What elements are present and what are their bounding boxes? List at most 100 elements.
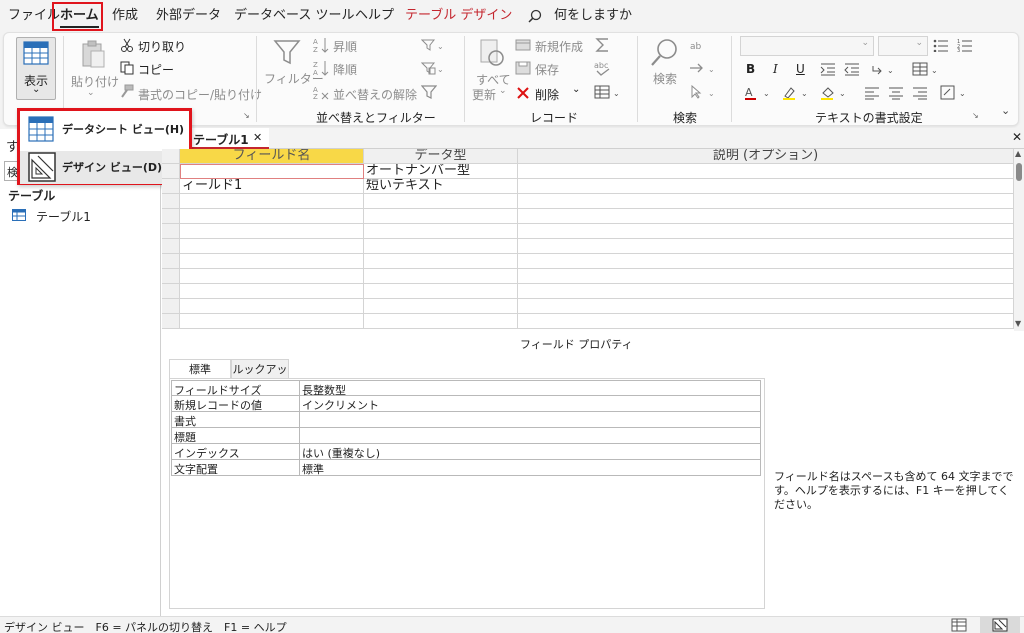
empty-grid-cell[interactable] bbox=[518, 284, 1014, 299]
field-name-cell[interactable]: ィールド1 bbox=[180, 179, 364, 194]
filter-icon[interactable] bbox=[273, 38, 301, 66]
empty-grid-cell[interactable] bbox=[364, 224, 518, 239]
row-selector[interactable] bbox=[162, 164, 180, 179]
row-selector[interactable] bbox=[162, 254, 180, 269]
empty-grid-cell[interactable] bbox=[518, 194, 1014, 209]
gridlines-icon[interactable]: ⌄ bbox=[912, 62, 940, 76]
tab-lookup[interactable]: ルックアップ bbox=[231, 359, 289, 395]
scroll-down-icon[interactable]: ▼ bbox=[1015, 319, 1021, 328]
empty-grid-cell[interactable] bbox=[518, 269, 1014, 284]
sort-descending-icon[interactable]: ZA bbox=[313, 60, 329, 76]
row-selector[interactable] bbox=[162, 269, 180, 284]
cut-icon[interactable] bbox=[120, 38, 134, 52]
delete-chevron-icon[interactable]: ⌄ bbox=[572, 84, 580, 95]
property-row[interactable]: 文字配置 標準 bbox=[171, 460, 761, 476]
find-icon[interactable] bbox=[650, 38, 680, 68]
row-selector[interactable] bbox=[162, 239, 180, 254]
property-value[interactable]: はい (重複なし) bbox=[302, 445, 380, 461]
view-button[interactable]: 表示 ⌄ bbox=[16, 37, 56, 100]
tab-table-design[interactable]: テーブル デザイン bbox=[405, 0, 512, 32]
cut-label[interactable]: 切り取り bbox=[138, 38, 186, 55]
row-selector[interactable] bbox=[162, 179, 180, 194]
scroll-up-icon[interactable]: ▲ bbox=[1015, 149, 1021, 158]
save-record-label[interactable]: 保存 bbox=[535, 61, 559, 78]
empty-grid-cell[interactable] bbox=[364, 284, 518, 299]
totals-icon[interactable] bbox=[595, 37, 611, 53]
property-value[interactable]: 標準 bbox=[302, 461, 324, 477]
fill-color-icon[interactable]: ⌄ bbox=[820, 85, 850, 101]
empty-grid-cell[interactable] bbox=[364, 239, 518, 254]
empty-grid-cell[interactable] bbox=[180, 239, 364, 254]
empty-grid-cell[interactable] bbox=[364, 209, 518, 224]
description-cell[interactable] bbox=[518, 164, 1014, 179]
text-format-launcher-icon[interactable]: ↘ bbox=[972, 111, 981, 120]
sort-descending-label[interactable]: 降順 bbox=[333, 61, 357, 78]
tab-create[interactable]: 作成 bbox=[112, 0, 138, 32]
format-painter-label[interactable]: 書式のコピー/貼り付け bbox=[138, 86, 262, 103]
row-selector[interactable] bbox=[162, 194, 180, 209]
select-icon[interactable]: ⌄ bbox=[689, 85, 719, 99]
row-selector[interactable] bbox=[162, 299, 180, 314]
refresh-all-label-2[interactable]: 更新 bbox=[472, 86, 496, 103]
copy-icon[interactable] bbox=[120, 61, 134, 75]
sort-ascending-icon[interactable]: AZ bbox=[313, 37, 329, 53]
empty-grid-cell[interactable] bbox=[518, 239, 1014, 254]
clipboard-launcher-icon[interactable]: ↘ bbox=[243, 111, 252, 120]
description-cell[interactable] bbox=[518, 179, 1014, 194]
remove-sort-label[interactable]: 並べ替えの解除 bbox=[333, 86, 417, 103]
row-selector[interactable] bbox=[162, 284, 180, 299]
collapse-ribbon-icon[interactable]: ⌄ bbox=[1001, 104, 1010, 117]
data-type-cell[interactable]: 短いテキスト bbox=[364, 179, 518, 194]
empty-grid-cell[interactable] bbox=[518, 299, 1014, 314]
empty-grid-cell[interactable] bbox=[364, 254, 518, 269]
empty-grid-cell[interactable] bbox=[518, 314, 1014, 329]
highlight-color-icon[interactable]: ⌄ bbox=[782, 85, 812, 101]
increase-indent-icon[interactable] bbox=[820, 62, 836, 76]
close-icon[interactable]: ✕ bbox=[253, 131, 262, 144]
toggle-filter-icon[interactable] bbox=[421, 84, 437, 100]
row-selector[interactable] bbox=[162, 314, 180, 329]
delete-icon[interactable] bbox=[516, 86, 530, 100]
goto-icon[interactable]: ⌄ bbox=[689, 61, 719, 75]
empty-grid-cell[interactable] bbox=[180, 254, 364, 269]
property-row[interactable]: 新規レコードの値 インクリメント bbox=[171, 396, 761, 412]
scrollbar-thumb[interactable] bbox=[1016, 163, 1022, 181]
remove-sort-icon[interactable]: AZ bbox=[313, 84, 329, 100]
document-tab[interactable]: テーブル1 ✕ bbox=[191, 128, 269, 149]
selection-filter-icon[interactable]: ⌄ bbox=[421, 38, 445, 52]
empty-grid-cell[interactable] bbox=[518, 254, 1014, 269]
row-selector[interactable] bbox=[162, 209, 180, 224]
font-color-icon[interactable]: A ⌄ bbox=[744, 85, 774, 101]
column-header-description[interactable]: 説明 (オプション) bbox=[518, 149, 1014, 164]
copy-label[interactable]: コピー bbox=[138, 61, 174, 78]
empty-grid-cell[interactable] bbox=[364, 314, 518, 329]
tab-external-data[interactable]: 外部データ bbox=[156, 0, 221, 32]
grid-vertical-scrollbar[interactable]: ▲ ▼ bbox=[1014, 149, 1024, 331]
font-name-dropdown[interactable]: ⌄ bbox=[740, 36, 874, 56]
more-records-icon[interactable]: ⌄ bbox=[594, 85, 622, 99]
empty-grid-cell[interactable] bbox=[364, 269, 518, 284]
tab-database-tools[interactable]: データベース ツール bbox=[234, 0, 354, 32]
delete-label[interactable]: 削除 bbox=[535, 86, 559, 103]
search-icon[interactable] bbox=[528, 9, 542, 23]
format-painter-icon[interactable] bbox=[120, 84, 134, 98]
decrease-indent-icon[interactable] bbox=[844, 62, 860, 76]
new-record-label[interactable]: 新規作成 bbox=[535, 38, 583, 55]
new-record-icon[interactable] bbox=[515, 38, 531, 52]
menu-item-datasheet-view[interactable]: データシート ビュー(H) bbox=[20, 113, 189, 146]
refresh-all-icon[interactable] bbox=[478, 38, 506, 68]
property-row[interactable]: 標題 bbox=[171, 428, 761, 444]
empty-grid-cell[interactable] bbox=[364, 299, 518, 314]
design-view-status-button[interactable] bbox=[980, 617, 1020, 633]
nav-section-tables[interactable]: テーブル bbox=[8, 187, 55, 204]
advanced-filter-icon[interactable]: ⌄ bbox=[421, 61, 445, 75]
tab-help[interactable]: ヘルプ bbox=[355, 0, 394, 32]
property-value[interactable]: インクリメント bbox=[302, 397, 379, 413]
empty-grid-cell[interactable] bbox=[518, 209, 1014, 224]
paste-label[interactable]: 貼り付け bbox=[71, 73, 119, 90]
align-left-icon[interactable] bbox=[864, 86, 880, 100]
find-label[interactable]: 検索 bbox=[653, 70, 677, 87]
replace-icon[interactable]: ab bbox=[690, 38, 706, 52]
tab-general[interactable]: 標準 bbox=[169, 359, 231, 379]
empty-grid-cell[interactable] bbox=[180, 284, 364, 299]
